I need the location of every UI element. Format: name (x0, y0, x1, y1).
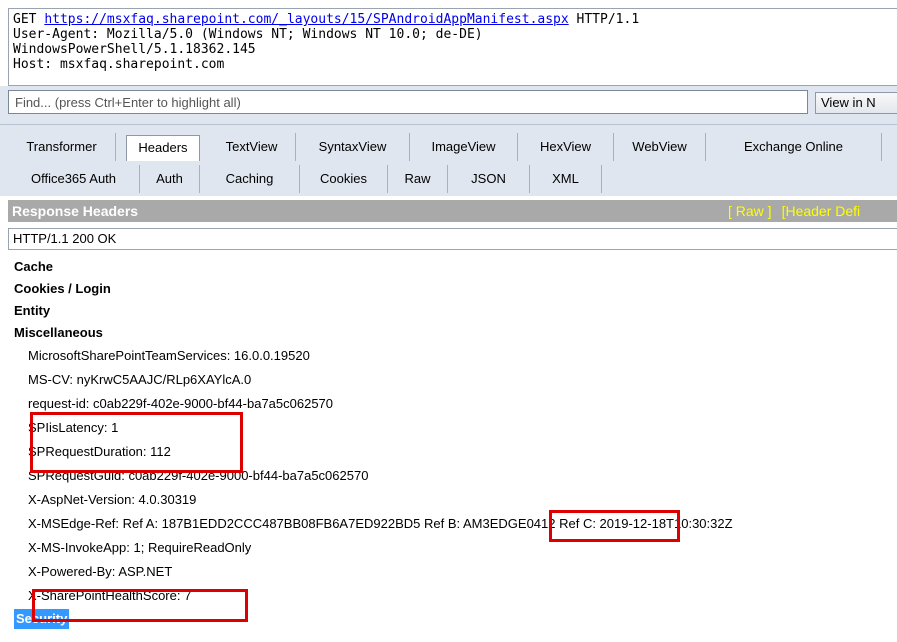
header-item[interactable]: MicrosoftSharePointTeamServices: 16.0.0.… (14, 344, 894, 368)
tab-cookies[interactable]: Cookies (300, 165, 388, 193)
tab-transformer[interactable]: Transformer (8, 133, 116, 161)
headers-tree: Cache Cookies / Login Entity Miscellaneo… (14, 256, 894, 629)
response-headers-title-bar: Response Headers [ Raw ] [Header Defi (8, 200, 897, 222)
request-line: GET https://msxfaq.sharepoint.com/_layou… (13, 12, 893, 27)
category-entity[interactable]: Entity (14, 300, 894, 322)
header-item[interactable]: X-AspNet-Version: 4.0.30319 (14, 488, 894, 512)
tab-textview[interactable]: TextView (208, 133, 296, 161)
header-item[interactable]: X-MS-InvokeApp: 1; RequireReadOnly (14, 536, 894, 560)
tab-xml[interactable]: XML (530, 165, 602, 193)
header-item[interactable]: X-Powered-By: ASP.NET (14, 560, 894, 584)
response-header-links: [ Raw ] [Header Defi (728, 202, 870, 220)
response-headers-title: Response Headers (12, 203, 139, 219)
tab-auth[interactable]: Auth (140, 165, 200, 193)
find-input[interactable] (8, 90, 808, 114)
tab-raw[interactable]: Raw (388, 165, 448, 193)
header-definitions-link[interactable]: [Header Defi (782, 203, 861, 219)
request-header-line: WindowsPowerShell/5.1.18362.145 (13, 42, 256, 57)
tab-hexview[interactable]: HexView (518, 133, 614, 161)
raw-link[interactable]: [ Raw ] (728, 203, 772, 219)
status-line[interactable]: HTTP/1.1 200 OK (8, 228, 897, 250)
tab-json[interactable]: JSON (448, 165, 530, 193)
request-raw-view[interactable]: GET https://msxfaq.sharepoint.com/_layou… (8, 8, 897, 86)
request-url-link[interactable]: https://msxfaq.sharepoint.com/_layouts/1… (44, 12, 568, 27)
header-item[interactable]: SPRequestDuration: 112 (14, 440, 894, 464)
request-protocol: HTTP/1.1 (576, 12, 640, 27)
tab-row-2: Office365 Auth Auth Caching Cookies Raw … (0, 165, 897, 195)
category-cookies-login[interactable]: Cookies / Login (14, 278, 894, 300)
header-item[interactable]: request-id: c0ab229f-402e-9000-bf44-ba7a… (14, 392, 894, 416)
tab-webview[interactable]: WebView (614, 133, 706, 161)
tab-headers[interactable]: Headers (126, 135, 200, 161)
category-miscellaneous[interactable]: Miscellaneous (14, 322, 894, 344)
view-in-notepad-button[interactable]: View in N (815, 92, 897, 114)
category-cache[interactable]: Cache (14, 256, 894, 278)
tab-caching[interactable]: Caching (200, 165, 300, 193)
find-bar: View in N (0, 86, 897, 124)
inspector-tabs: Transformer Headers TextView SyntaxView … (0, 124, 897, 196)
header-item[interactable]: X-SharePointHealthScore: 7 (14, 584, 894, 608)
header-item[interactable]: SPRequestGuid: c0ab229f-402e-9000-bf44-b… (14, 464, 894, 488)
header-item[interactable]: X-MSEdge-Ref: Ref A: 187B1EDD2CCC487BB08… (14, 512, 894, 536)
tab-exchange-online[interactable]: Exchange Online (706, 133, 882, 161)
tab-office365-auth[interactable]: Office365 Auth (8, 165, 140, 193)
tab-imageview[interactable]: ImageView (410, 133, 518, 161)
category-security[interactable]: Security (14, 609, 70, 629)
header-item[interactable]: SPIisLatency: 1 (14, 416, 894, 440)
request-header-line: User-Agent: Mozilla/5.0 (Windows NT; Win… (13, 27, 483, 42)
tab-row-1: Transformer Headers TextView SyntaxView … (0, 133, 897, 163)
tab-syntaxview[interactable]: SyntaxView (296, 133, 410, 161)
header-item[interactable]: MS-CV: nyKrwC5AAJC/RLp6XAYlcA.0 (14, 368, 894, 392)
request-method: GET (13, 12, 37, 27)
request-header-line: Host: msxfaq.sharepoint.com (13, 57, 225, 72)
